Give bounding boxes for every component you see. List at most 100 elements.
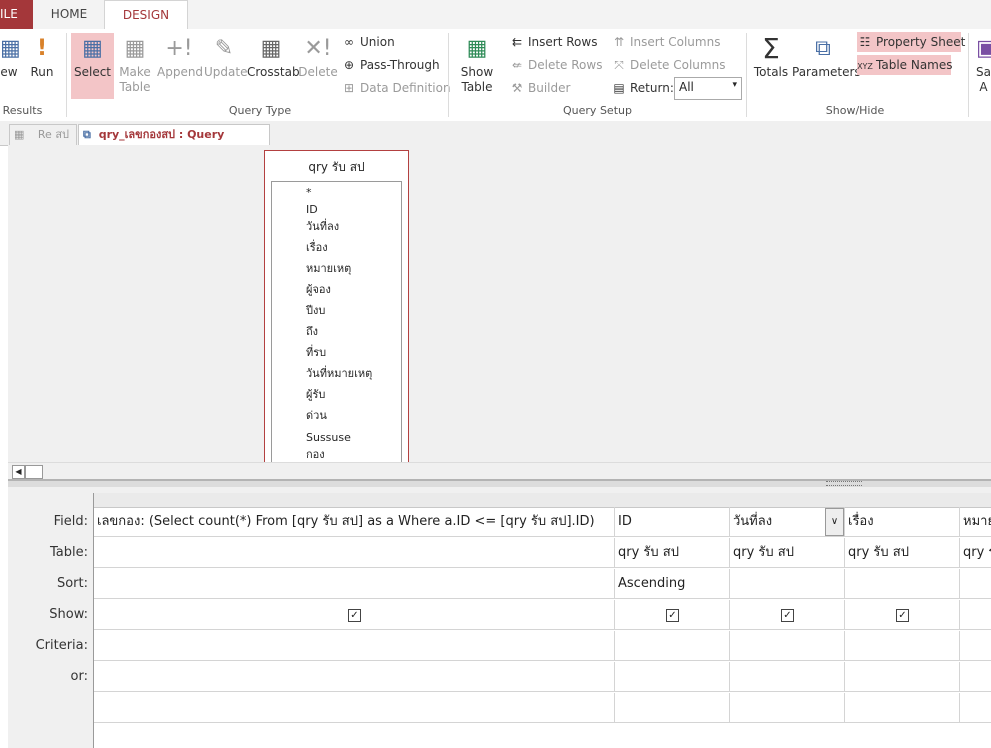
delete-rows-label: Delete Rows: [528, 58, 603, 72]
doc-tab-re-sp[interactable]: ▦ Re สป: [9, 124, 77, 146]
column-selector[interactable]: [960, 493, 991, 508]
grid-field-cell[interactable]: หมาย: [960, 507, 991, 537]
field-list-item[interactable]: ผู้รับ: [306, 384, 325, 405]
grid-or-cell[interactable]: [730, 662, 845, 692]
field-list-title[interactable]: qry รับ สป: [265, 151, 408, 181]
select-button[interactable]: ▦ Select: [71, 33, 114, 99]
field-list-item[interactable]: ผู้จอง: [306, 279, 331, 300]
field-list-item[interactable]: ปีงบ: [306, 300, 325, 321]
show-checkbox[interactable]: ✓: [781, 609, 794, 622]
grid-criteria-cell[interactable]: [960, 631, 991, 661]
grid-show-cell: ✓: [845, 600, 960, 630]
show-checkbox[interactable]: ✓: [348, 609, 361, 622]
doc-tab-label: Re สป: [37, 128, 70, 141]
grid-criteria-cell[interactable]: [615, 631, 730, 661]
grid-sort-cell[interactable]: Ascending: [615, 569, 730, 599]
group-results: Results: [2, 104, 43, 117]
scroll-left-icon[interactable]: ◀: [12, 465, 25, 479]
grid-table-cell[interactable]: qry รับ สป: [730, 538, 845, 568]
table-icon: ▦: [14, 128, 25, 141]
run-button[interactable]: ! Run: [26, 33, 58, 99]
grid-sort-cell[interactable]: [94, 569, 615, 599]
grid-sort-cell[interactable]: [960, 569, 991, 599]
insert-columns-button[interactable]: ⇈ Insert Columns: [611, 33, 720, 51]
field-list-item[interactable]: หมายเหตุ: [306, 258, 351, 279]
grid-field-cell[interactable]: เลขกอง: (Select count(*) From [qry รับ ส…: [94, 507, 615, 537]
grid-table-cell[interactable]: qry รับ สป: [615, 538, 730, 568]
run-icon: !: [36, 36, 48, 61]
grid-or-cell[interactable]: [615, 662, 730, 692]
query-design-surface[interactable]: [8, 145, 991, 462]
append-button[interactable]: +! Append: [157, 33, 203, 99]
column-selector[interactable]: [845, 493, 961, 508]
doc-tab-query-builder[interactable]: ⧉ qry_เลขกองสป : Query Builder: [78, 124, 270, 161]
show-checkbox[interactable]: ✓: [666, 609, 679, 622]
grid-criteria-cell[interactable]: [94, 631, 615, 661]
field-list-item[interactable]: ที่รบ: [306, 342, 326, 363]
update-label: Update: [204, 65, 248, 79]
property-sheet-button[interactable]: ☷ Property Sheet: [857, 32, 965, 52]
grid-or-cell[interactable]: [845, 662, 960, 692]
crosstab-icon: ▦: [260, 36, 282, 61]
update-button[interactable]: ✎ Update: [204, 33, 248, 99]
column-selector[interactable]: [615, 493, 731, 508]
grid-or-cell[interactable]: [94, 662, 615, 692]
delete-columns-button[interactable]: ⤧ Delete Columns: [611, 56, 725, 74]
grid-table-cell[interactable]: [94, 538, 615, 568]
builder-button[interactable]: ⚒ Builder: [509, 79, 571, 97]
tab-home[interactable]: HOME: [36, 0, 102, 29]
delete-columns-icon: ⤧: [614, 58, 624, 72]
grid-extra-cell[interactable]: [615, 693, 730, 723]
pass-through-button[interactable]: ⊕ Pass-Through: [341, 56, 440, 74]
delete-rows-button[interactable]: ⇍ Delete Rows: [509, 56, 602, 74]
separator: [968, 33, 969, 117]
grid-extra-cell[interactable]: [730, 693, 845, 723]
field-list-item[interactable]: วันที่ลง: [306, 216, 339, 237]
grid-sort-cell[interactable]: [845, 569, 960, 599]
field-list-item[interactable]: ถึง: [306, 321, 318, 342]
tab-file[interactable]: ILE: [0, 0, 33, 29]
union-button[interactable]: ∞ Union: [341, 33, 395, 51]
grid-table-cell[interactable]: qry รับ สป: [845, 538, 960, 568]
globe-icon: ⊕: [343, 58, 355, 72]
totals-button[interactable]: Σ Totals: [752, 33, 790, 99]
field-list-item[interactable]: วันที่หมายเหตุ: [306, 363, 372, 384]
tab-design[interactable]: DESIGN: [104, 0, 188, 31]
grid-extra-cell[interactable]: [960, 693, 991, 723]
show-checkbox[interactable]: ✓: [896, 609, 909, 622]
make-table-button[interactable]: ▦ Make Table: [117, 33, 153, 99]
return-dropdown[interactable]: All ▾: [674, 77, 742, 100]
grid-criteria-cell[interactable]: [845, 631, 960, 661]
group-query-setup: Query Setup: [563, 104, 632, 117]
column-selector[interactable]: [730, 493, 846, 508]
horizontal-scrollbar[interactable]: ◀: [8, 462, 991, 480]
delete-button[interactable]: ✕! Delete: [298, 33, 338, 99]
grid-show-cell[interactable]: [960, 600, 991, 630]
field-list-table[interactable]: qry รับ สป * ID วันที่ลง เรื่อง หมายเหตุ…: [264, 150, 409, 472]
table-names-button[interactable]: XYZ Table Names: [857, 55, 953, 75]
grid-sort-cell[interactable]: [730, 569, 845, 599]
grid-show-cell: ✓: [615, 600, 730, 630]
insert-rows-button[interactable]: ⇇ Insert Rows: [509, 33, 597, 51]
save-as-button[interactable]: ▣ Sa A: [976, 33, 991, 99]
column-selector[interactable]: [94, 493, 616, 508]
grid-or-cell[interactable]: [960, 662, 991, 692]
scrollbar-thumb[interactable]: [25, 465, 43, 479]
view-button[interactable]: ▦ ew: [0, 33, 21, 99]
grid-table-cell[interactable]: qry ร: [960, 538, 991, 568]
grid-criteria-cell[interactable]: [730, 631, 845, 661]
show-table-button[interactable]: ▦ Show Table: [455, 33, 499, 99]
data-definition-button[interactable]: ⊞ Data Definition: [341, 79, 451, 97]
wand-icon: ⚒: [511, 81, 523, 95]
document-tabs: ▦ Re สป ⧉ qry_เลขกองสป : Query Builder: [0, 121, 991, 161]
chevron-down-icon[interactable]: ∨: [825, 508, 844, 536]
grid-field-cell[interactable]: เรื่อง: [845, 507, 960, 537]
grid-extra-cell[interactable]: [845, 693, 960, 723]
grid-field-cell[interactable]: ID: [615, 507, 730, 537]
parameters-button[interactable]: ⧉ Parameters: [792, 33, 861, 99]
grid-field-cell[interactable]: วันที่ลง ∨: [730, 507, 845, 537]
grid-extra-cell[interactable]: [94, 693, 615, 723]
crosstab-button[interactable]: ▦ Crosstab: [247, 33, 300, 99]
field-list-item[interactable]: ด่วน: [306, 405, 327, 426]
field-list-item[interactable]: เรื่อง: [306, 237, 328, 258]
